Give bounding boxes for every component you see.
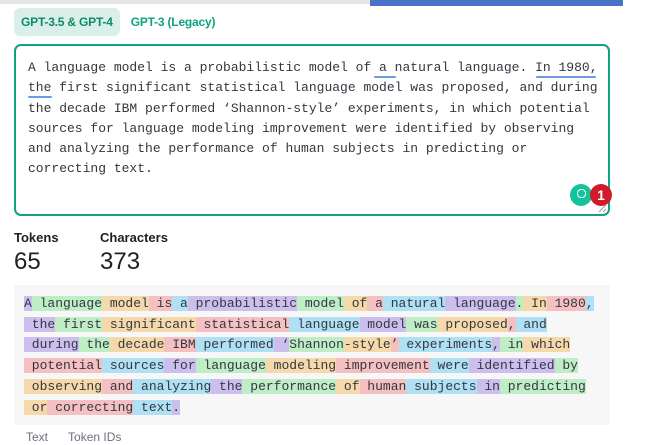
token: in (499, 337, 524, 353)
model-tabs: GPT-3.5 & GPT-4 GPT-3 (Legacy) (14, 8, 222, 36)
input-line: sources for language modeling improvemen… (28, 120, 575, 136)
token: human (359, 378, 407, 394)
token: proposed (437, 316, 508, 332)
output-view-tabs: Text Token IDs (26, 430, 121, 444)
token: in (476, 378, 500, 394)
token-line: observing and analyzing the performance … (24, 377, 594, 398)
token: -style (343, 337, 391, 353)
token: a (172, 296, 188, 311)
token: of (336, 378, 360, 394)
input-line: correcting text. (28, 161, 153, 177)
token: , (492, 337, 500, 353)
token: performance (242, 378, 337, 394)
issue-count-badge[interactable]: 1 (590, 184, 612, 206)
top-strip-blue (370, 0, 623, 6)
token: identified (468, 358, 555, 374)
spelling-underline (536, 76, 596, 78)
spelling-underline (28, 96, 52, 98)
token: the (24, 316, 56, 332)
token: observing (24, 378, 103, 394)
tab-gpt35-gpt4[interactable]: GPT-3.5 & GPT-4 (14, 8, 120, 36)
input-line: the decade IBM performed ‘Shannon-style’… (28, 100, 590, 116)
token: which (523, 337, 571, 353)
token: by (554, 358, 578, 374)
token: , (585, 296, 594, 311)
input-text[interactable]: A language model is a probabilistic mode… (28, 58, 600, 180)
token: analyzing (133, 378, 212, 394)
token: subjects (406, 378, 477, 394)
token-lines: A language model is a probabilistic mode… (24, 294, 594, 418)
token-line: or correcting text. (24, 398, 594, 419)
token-line: potential sources for language modeling … (24, 356, 594, 377)
token: a (367, 296, 383, 311)
token: modeling (265, 358, 337, 374)
token: the (211, 378, 243, 394)
text-input-area[interactable]: A language model is a probabilistic mode… (14, 44, 612, 216)
token: probabilistic (187, 296, 298, 311)
token: Shannon (289, 337, 344, 353)
token: and (515, 316, 547, 332)
token: , (507, 316, 516, 332)
tab-gpt3-legacy[interactable]: GPT-3 (Legacy) (124, 8, 223, 36)
token: 1980 (546, 296, 586, 311)
token: In (523, 296, 547, 311)
token: language (289, 316, 360, 332)
token: significant (102, 316, 196, 332)
input-line: the first significant statistical langua… (28, 80, 598, 96)
token: first (55, 316, 103, 332)
token: decade (109, 337, 165, 353)
token: or (24, 399, 48, 415)
tab-text[interactable]: Text (26, 430, 48, 444)
token: statistical (195, 316, 290, 332)
token: experiments (398, 337, 493, 353)
token: correcting (47, 399, 134, 415)
tokenized-output: A language model is a probabilistic mode… (14, 285, 610, 425)
token: language (31, 296, 103, 311)
token: improvement (336, 358, 430, 374)
top-strip (0, 0, 658, 6)
token: for (164, 358, 196, 374)
resize-handle-icon[interactable] (598, 204, 606, 212)
token: performed (195, 337, 274, 353)
token: model (297, 296, 344, 311)
token: during (24, 337, 79, 353)
token-line: during the decade IBM performed ‘Shannon… (24, 335, 594, 356)
token: language (445, 296, 516, 311)
input-line: and analyzing the performance of human s… (28, 141, 528, 157)
token: ‘ (273, 337, 290, 353)
token: model (102, 296, 149, 311)
token: model (359, 316, 407, 332)
token: predicting (499, 378, 586, 394)
token: potential (24, 358, 103, 374)
spelling-underline (374, 76, 396, 78)
token-line: A language model is a probabilistic mode… (24, 294, 594, 315)
token: natural (382, 296, 446, 311)
token: language (195, 358, 266, 374)
tab-token-ids[interactable]: Token IDs (68, 430, 121, 444)
characters-count: 373 (100, 248, 141, 275)
token-line: the first significant statistical langua… (24, 315, 594, 336)
token: the (78, 337, 110, 353)
token: is (148, 296, 173, 311)
top-strip-left (0, 0, 370, 4)
token: was (406, 316, 438, 332)
token: text (133, 399, 173, 415)
characters-label: Characters (100, 230, 168, 245)
token: of (343, 296, 368, 311)
token: IBM (164, 337, 196, 353)
tokens-count: 65 (14, 248, 41, 275)
tokens-label: Tokens (14, 230, 59, 245)
token: and (102, 378, 134, 394)
token: A (24, 296, 32, 311)
grammarly-icon[interactable] (570, 184, 592, 206)
input-line: A language model is a probabilistic mode… (28, 60, 598, 75)
token: were (429, 358, 469, 374)
token: sources (102, 358, 165, 374)
token: . (172, 399, 181, 415)
token: ’ (390, 337, 399, 353)
